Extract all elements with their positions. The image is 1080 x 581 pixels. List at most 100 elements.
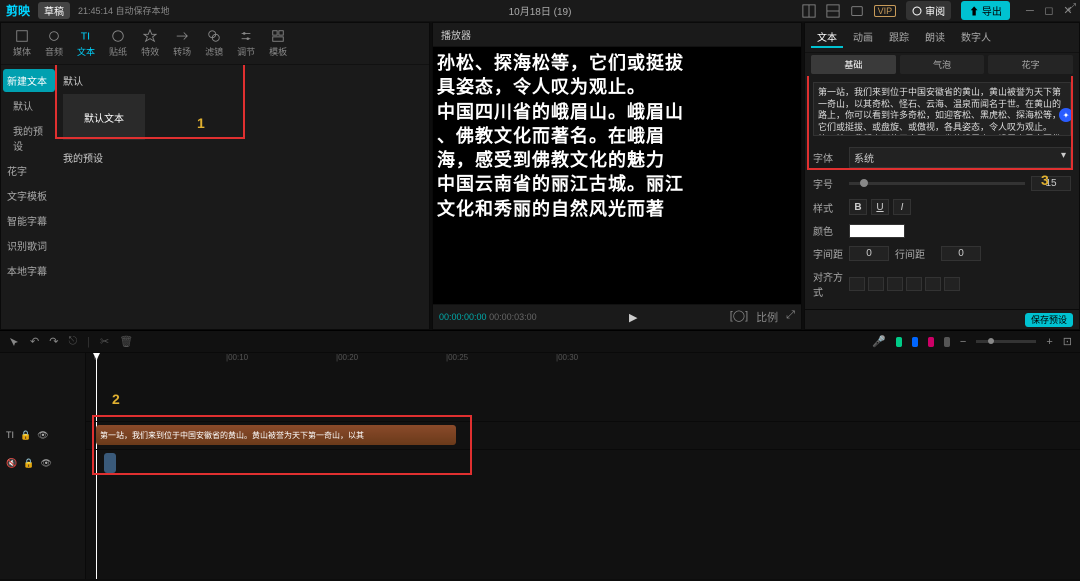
delete-button[interactable]: 🗑 [119, 335, 133, 348]
style-label: 样式 [813, 200, 843, 215]
track-header-main: 🔇 🔒 👁 [0, 449, 85, 477]
preview-expand-icon[interactable]: ⤢ [1068, 2, 1076, 13]
sidebar-item-auto-caption[interactable]: 智能字幕 [3, 209, 55, 232]
tab-sticker[interactable]: 贴纸 [103, 27, 133, 60]
align-bottom-button[interactable] [944, 277, 960, 291]
tab-text[interactable]: TI文本 [71, 27, 101, 60]
ruler-mark: |00:10 [226, 353, 248, 362]
tab-effect[interactable]: 特效 [135, 27, 165, 60]
italic-button[interactable]: I [893, 199, 911, 215]
svg-text:TI: TI [81, 31, 90, 43]
row-preset-title: 我的预设 [63, 150, 423, 165]
main-clip[interactable] [104, 453, 116, 473]
letter-spacing-input[interactable] [849, 246, 889, 261]
ai-assist-icon[interactable]: ✦ [1059, 108, 1073, 122]
color-swatch[interactable] [849, 224, 905, 238]
text-content: 默认 默认文本 我的预设 1 [57, 65, 429, 329]
align-top-button[interactable] [906, 277, 922, 291]
tab-media[interactable]: 媒体 [7, 27, 37, 60]
underline-button[interactable]: U [871, 199, 889, 215]
text-track[interactable]: 第一站，我们来到位于中国安徽省的黄山。黄山被誉为天下第一奇山，以其 [86, 421, 1080, 449]
track-eye-icon[interactable]: 👁 [37, 430, 48, 441]
vip-badge[interactable]: VIP [874, 5, 897, 17]
highlight-2-label: 2 [112, 391, 120, 407]
prop-tab-tracking[interactable]: 跟踪 [883, 27, 915, 48]
toggle-1[interactable] [896, 337, 902, 347]
line-spacing-input[interactable] [941, 246, 981, 261]
track-mute-icon[interactable]: 🔇 [6, 458, 17, 469]
text-clip[interactable]: 第一站，我们来到位于中国安徽省的黄山。黄山被誉为天下第一奇山，以其 [96, 425, 456, 445]
toggle-4[interactable] [944, 337, 950, 347]
review-button[interactable]: 审阅 [906, 1, 951, 20]
split-button[interactable]: ⎋ [68, 335, 77, 348]
sidebar-item-my-preset[interactable]: 我的预设 [3, 119, 55, 157]
timeline-tracks[interactable]: 0 |00:10 |00:20 |00:25 |00:30 第一站，我们来到位于… [86, 353, 1080, 579]
track-lock-icon[interactable]: 🔒 [20, 430, 31, 441]
sidebar-item-art-text[interactable]: 花字 [3, 159, 55, 182]
fullscreen-icon[interactable]: ⤢ [786, 309, 795, 325]
prop-tab-avatar[interactable]: 数字人 [955, 27, 997, 48]
zoom-slider[interactable] [976, 340, 1036, 343]
track-type-label: TI [6, 430, 14, 440]
subtab-flower[interactable]: 花字 [988, 55, 1073, 74]
audio-icon [47, 29, 61, 43]
media-icon [15, 29, 29, 43]
prop-tab-text[interactable]: 文本 [811, 27, 843, 48]
pointer-tool-icon[interactable] [8, 336, 20, 348]
bold-button[interactable]: B [849, 199, 867, 215]
cut-button[interactable]: ✂ [100, 335, 109, 348]
export-button[interactable]: ⬆ 导出 [961, 1, 1010, 20]
preview-viewport[interactable]: 孙松、探海松等，它们或挺拔 具姿态，令人叹为观止。 中国四川省的峨眉山。峨眉山 … [433, 47, 801, 304]
sidebar-item-text-template[interactable]: 文字模板 [3, 184, 55, 207]
align-vcenter-button[interactable] [925, 277, 941, 291]
track-lock2-icon[interactable]: 🔒 [23, 458, 34, 469]
align-left-button[interactable] [849, 277, 865, 291]
mic-icon[interactable]: 🎤 [872, 335, 886, 348]
sidebar-item-local-caption[interactable]: 本地字幕 [3, 259, 55, 282]
play-button[interactable]: ▶ [629, 311, 637, 324]
save-preset-button[interactable]: 保存预设 [1025, 313, 1073, 327]
toggle-3[interactable] [928, 337, 934, 347]
sidebar-item-new-text[interactable]: 新建文本 [3, 69, 55, 92]
color-label: 颜色 [813, 223, 843, 238]
prop-tab-animation[interactable]: 动画 [847, 27, 879, 48]
align-right-button[interactable] [887, 277, 903, 291]
toggle-2[interactable] [912, 337, 918, 347]
tab-audio[interactable]: 音频 [39, 27, 69, 60]
tab-adjust[interactable]: 调节 [231, 27, 261, 60]
size-slider[interactable] [849, 182, 1025, 185]
tab-filter[interactable]: 滤镜 [199, 27, 229, 60]
titlebar: 剪映 草稿 21:45:14 自动保存本地 10月18日 (19) VIP 审阅… [0, 0, 1080, 22]
shortcut-icon[interactable] [850, 4, 864, 18]
timeline-ruler[interactable]: 0 |00:10 |00:20 |00:25 |00:30 [86, 353, 1080, 371]
track-eye2-icon[interactable]: 👁 [40, 458, 51, 469]
ruler-mark: |00:25 [446, 353, 468, 362]
redo-button[interactable]: ↷ [49, 335, 58, 348]
undo-button[interactable]: ↶ [30, 335, 39, 348]
adjust-icon [239, 29, 253, 43]
minimize-button[interactable]: ─ [1024, 5, 1036, 17]
size-input[interactable] [1031, 176, 1071, 191]
subtab-bubble[interactable]: 气泡 [900, 55, 985, 74]
default-text-card[interactable]: 默认文本 [63, 94, 145, 140]
menu-button[interactable]: 草稿 [38, 2, 70, 19]
tab-template[interactable]: 模板 [263, 27, 293, 60]
layout2-icon[interactable] [826, 4, 840, 18]
sidebar-item-default[interactable]: 默认 [3, 94, 55, 117]
layout-icon[interactable] [802, 4, 816, 18]
maximize-button[interactable]: ◻ [1043, 4, 1055, 17]
prop-tab-tts[interactable]: 朗读 [919, 27, 951, 48]
ratio-button[interactable]: 比例 [756, 309, 778, 325]
tab-transition[interactable]: 转场 [167, 27, 197, 60]
row-default-title: 默认 [63, 73, 423, 88]
zoom-out-button[interactable]: − [960, 336, 966, 348]
subtab-basic[interactable]: 基础 [811, 55, 896, 74]
align-center-button[interactable] [868, 277, 884, 291]
font-select[interactable]: 系统▾ [849, 147, 1071, 168]
scale-icon[interactable]: [◯] [730, 309, 748, 325]
zoom-in-button[interactable]: + [1046, 336, 1052, 348]
text-content-input[interactable] [813, 82, 1071, 136]
main-track[interactable] [86, 449, 1080, 477]
sidebar-item-lyrics[interactable]: 识别歌词 [3, 234, 55, 257]
zoom-fit-button[interactable]: ⊡ [1063, 335, 1072, 348]
